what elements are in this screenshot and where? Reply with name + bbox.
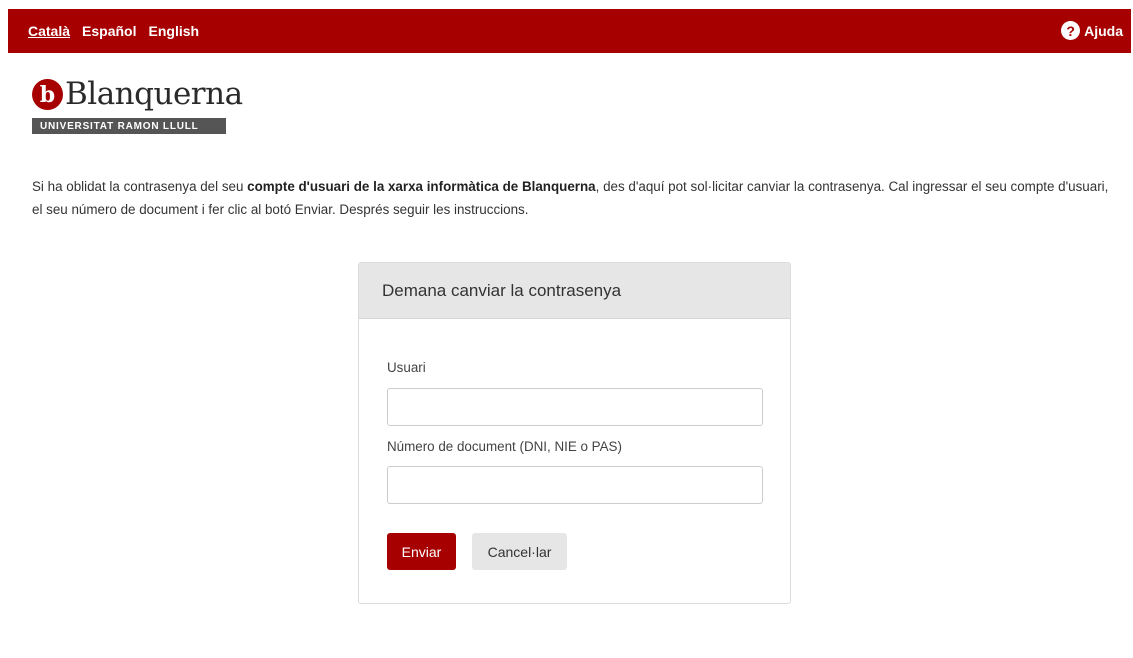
help-link[interactable]: ? Ajuda (1061, 21, 1123, 40)
language-link-espanol[interactable]: Español (82, 23, 136, 39)
question-circle-icon: ? (1061, 21, 1081, 40)
panel-title: Demana canviar la contrasenya (359, 263, 790, 319)
intro-text: Si ha oblidat la contrasenya del seu com… (32, 175, 1122, 221)
brand-name: Blanquerna (65, 76, 243, 112)
user-label: Usuari (387, 360, 426, 375)
submit-button[interactable]: Enviar (387, 533, 456, 570)
intro-text-start: Si ha oblidat la contrasenya del seu (32, 179, 248, 194)
top-bar: Català Español English ? Ajuda (8, 9, 1131, 53)
page: Català Español English ? Ajuda b Blanque… (8, 9, 1131, 658)
help-label: Ajuda (1084, 22, 1123, 39)
intro-text-bold: compte d'usuari de la xarxa informàtica … (247, 179, 596, 194)
user-input[interactable] (387, 388, 763, 426)
document-label: Número de document (DNI, NIE o PAS) (387, 439, 622, 454)
cancel-button[interactable]: Cancel·lar (472, 533, 567, 570)
document-number-input[interactable] (387, 466, 763, 504)
brand-logo[interactable]: b Blanquerna UNIVERSITAT RAMON LLULL (32, 79, 243, 134)
language-link-catala[interactable]: Català (28, 23, 70, 39)
brand-mark-icon: b (32, 79, 63, 110)
language-link-english[interactable]: English (149, 23, 200, 39)
brand-subtitle: UNIVERSITAT RAMON LLULL (32, 118, 226, 134)
password-reset-panel: Demana canviar la contrasenya Usuari Núm… (358, 262, 791, 604)
